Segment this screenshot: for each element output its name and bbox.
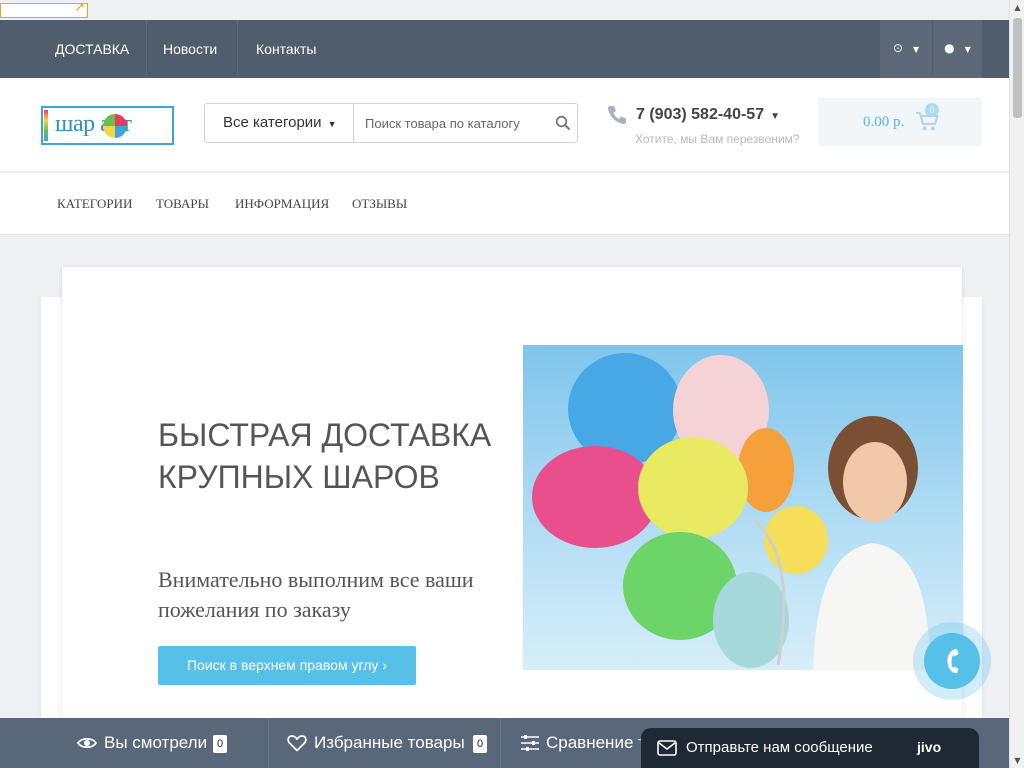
caret-down-icon: ▼ [327,119,337,129]
user-icon: ● [944,41,955,55]
hours-dropdown-button[interactable]: ⊙ ▼ [880,20,932,78]
search-icon[interactable] [555,115,571,131]
balloons-girl-image [523,345,963,670]
top-banner-link[interactable]: ↗ [0,0,88,18]
cart-button[interactable]: 0.00 р. 0 [818,98,982,146]
eye-icon [77,738,97,748]
divider [268,718,269,768]
jivo-chat-widget[interactable]: Отправьте нам сообщение jivo [641,728,979,768]
scroll-up-arrow-icon[interactable]: ▲ [1010,3,1024,12]
nav-link-news[interactable]: Новости [145,20,235,78]
caret-down-icon: ▼ [912,45,920,54]
cart-count-badge: 0 [925,103,939,117]
hero-button-label: Поиск в верхнем правом углу [186,657,379,673]
top-navigation-bar: ДОСТАВКА Новости Контакты ⊙ ▼ ● ▼ [0,20,1009,78]
menu-item-information[interactable]: ИНФОРМАЦИЯ [235,173,329,235]
heart-icon [287,735,307,752]
scrollbar-thumb[interactable] [1013,18,1022,118]
hero-subtitle: Внимательно выполним все ваши пожелания … [158,567,474,622]
account-dropdown-button[interactable]: ● ▼ [933,20,982,78]
caret-down-icon: ▼ [964,45,971,54]
site-logo[interactable]: шар арт [41,106,174,145]
callback-link[interactable]: Хотите, мы Вам перезвоним? [635,132,800,146]
menu-item-reviews[interactable]: ОТЗЫВЫ [352,173,407,235]
envelope-icon [657,740,677,756]
category-select[interactable]: Все категории ▼ [205,104,354,142]
category-select-value: Все категории [223,114,322,131]
phone-handset-icon [947,649,959,674]
arrow-up-right-icon: ↗ [74,0,85,15]
logo-stripe [44,110,48,141]
favorites-count-badge: 0 [473,735,487,753]
sliders-icon [521,735,539,751]
chat-prompt: Отправьте нам сообщение [686,739,873,756]
hero-slide: БЫСТРАЯ ДОСТАВКА КРУПНЫХ ШАРОВ Вниматель… [62,267,963,727]
compare-link[interactable]: Сравнение т [546,718,646,768]
search-input[interactable] [355,104,545,142]
menu-item-categories[interactable]: КАТЕГОРИИ [57,173,132,235]
nav-link-delivery[interactable]: ДОСТАВКА [37,20,147,78]
balloons-illustration [532,353,931,670]
site-header: шар арт Все категории ▼ 7 (903) 582-40-57… [0,78,1009,172]
viewed-count-badge: 0 [213,735,227,753]
phone-number: 7 (903) 582-40-57 [636,106,765,123]
viewed-products-link[interactable]: Вы смотрели [104,718,207,768]
chevron-right-icon: › [382,657,387,673]
phone-number-dropdown[interactable]: 7 (903) 582-40-57 ▼ [636,106,780,124]
menu-item-products[interactable]: ТОВАРЫ [156,173,209,235]
favorites-link[interactable]: Избранные товары [314,718,465,768]
caret-down-icon: ▼ [770,111,780,122]
callback-widget-inner [924,633,980,689]
cart-total: 0.00 р. [863,114,905,130]
nav-link-contacts[interactable]: Контакты [238,20,334,78]
search-bar: Все категории ▼ [204,103,578,143]
hero-title: БЫСТРАЯ ДОСТАВКА КРУПНЫХ ШАРОВ [158,417,492,495]
divider [500,718,501,768]
phone-icon [607,106,626,125]
page-scrollbar[interactable]: ▲ ▼ [1009,0,1024,768]
main-menu: КАТЕГОРИИ ТОВАРЫ ИНФОРМАЦИЯ ОТЗЫВЫ [0,173,1009,235]
scroll-down-arrow-icon[interactable]: ▼ [1010,756,1024,765]
clock-icon: ⊙ [892,41,903,55]
jivo-logo: jivo [917,739,942,755]
callback-widget-button[interactable] [913,622,991,700]
hero-search-button[interactable]: Поиск в верхнем правом углу › [158,646,416,685]
balloon-logo-icon [103,114,127,138]
